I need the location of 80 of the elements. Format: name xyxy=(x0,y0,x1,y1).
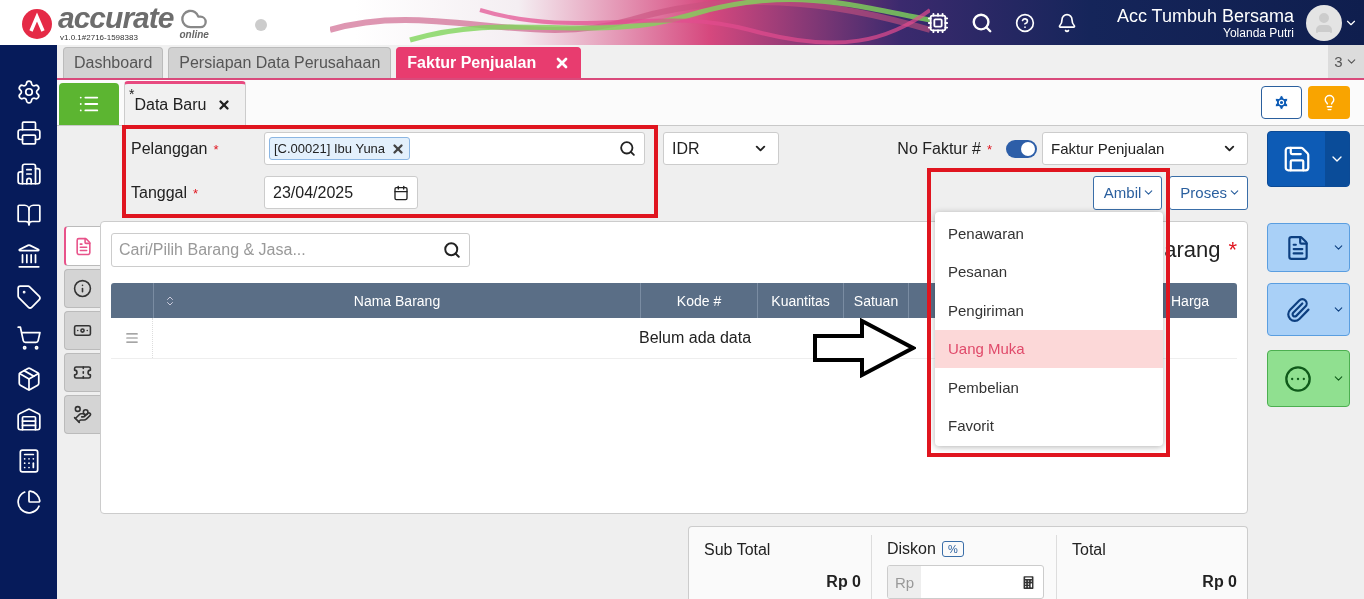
dropdown-button[interactable]: Proses xyxy=(1169,175,1248,210)
item-search-field[interactable]: Cari/Pilih Barang & Jasa... xyxy=(111,233,470,267)
menu-item[interactable]: Penawaran xyxy=(935,214,1163,253)
save-button[interactable] xyxy=(1267,131,1350,187)
remove-icon[interactable] xyxy=(391,141,406,156)
avatar[interactable] xyxy=(1306,4,1342,41)
customer-field[interactable]: [C.00021] Ibu Yuna xyxy=(264,132,645,165)
tab[interactable]: Dashboard xyxy=(63,47,164,78)
ticket-icon xyxy=(73,363,92,382)
version-text: v1.0.1#2716-1598383 xyxy=(60,33,139,42)
subtotal-label: Sub Total xyxy=(704,541,772,559)
date-field[interactable]: 23/04/2025 xyxy=(264,176,418,209)
price-tag-icon[interactable] xyxy=(15,284,42,310)
discount-label: Diskon xyxy=(887,540,936,558)
document-tab[interactable]: *Data Baru xyxy=(124,81,246,125)
settings-icon[interactable] xyxy=(15,79,42,105)
toggle-switch[interactable] xyxy=(1006,139,1037,158)
subtotal-value: Rp 0 xyxy=(826,573,861,591)
field-label: Tanggal * xyxy=(131,183,200,202)
percent-toggle[interactable]: % xyxy=(941,541,964,557)
total-value: Rp 0 xyxy=(1202,573,1237,591)
pie-chart-icon[interactable] xyxy=(15,489,42,515)
dot-icon xyxy=(254,19,267,31)
company-name: Acc Tumbuh Bersama xyxy=(1116,5,1294,26)
cart-icon[interactable] xyxy=(15,325,42,351)
logo-text: accurate xyxy=(58,3,174,33)
customer-chip: [C.00021] Ibu Yuna xyxy=(269,137,411,160)
user-name: Yolanda Putri xyxy=(1223,25,1294,40)
tab[interactable]: Persiapan Data Perusahaan xyxy=(168,47,392,78)
attachment-button[interactable] xyxy=(1267,283,1350,336)
field-label: No Faktur # * xyxy=(897,139,992,158)
bank-icon[interactable] xyxy=(15,243,42,269)
menu-item[interactable]: Pesanan xyxy=(935,252,1163,291)
side-tab[interactable] xyxy=(64,353,100,392)
column-header[interactable]: Kode # xyxy=(640,283,757,318)
drag-handle-icon[interactable] xyxy=(124,331,139,345)
document-button[interactable] xyxy=(1267,223,1350,272)
tab[interactable]: Faktur Penjualan xyxy=(396,47,582,78)
paperclip-icon xyxy=(1284,296,1311,323)
close-icon[interactable] xyxy=(216,97,231,112)
book-icon[interactable] xyxy=(15,202,42,228)
total-label: Total xyxy=(1072,541,1107,559)
empty-message: Belum ada data xyxy=(638,329,752,347)
settings-button[interactable] xyxy=(1261,86,1302,119)
tab-count-dropdown[interactable]: 3 xyxy=(1328,45,1364,78)
logo-icon xyxy=(22,9,52,39)
document-icon xyxy=(73,236,93,256)
bell-icon[interactable] xyxy=(1056,12,1077,33)
column-header[interactable]: Kuantitas xyxy=(757,283,843,318)
column-header[interactable]: Satuan xyxy=(843,283,908,318)
currency-select[interactable]: IDR xyxy=(663,132,779,165)
search-icon[interactable] xyxy=(970,11,993,34)
help-icon[interactable] xyxy=(1014,12,1035,33)
menu-item[interactable]: Pembelian xyxy=(935,368,1163,407)
printer-icon[interactable] xyxy=(15,120,42,146)
info-icon xyxy=(73,279,92,298)
menu-item[interactable]: Pengiriman xyxy=(935,291,1163,330)
field-label: Pelanggan * xyxy=(131,139,220,158)
more-button[interactable] xyxy=(1267,350,1350,407)
dropdown-button[interactable]: Ambil xyxy=(1092,175,1163,210)
package-icon[interactable] xyxy=(15,366,42,392)
side-tab[interactable] xyxy=(64,311,100,350)
hand-coins-icon xyxy=(73,405,92,424)
sort-icon[interactable] xyxy=(164,294,176,307)
side-tab[interactable] xyxy=(64,395,100,434)
list-button[interactable] xyxy=(59,83,119,125)
side-tab[interactable] xyxy=(64,269,100,308)
search-icon[interactable] xyxy=(443,241,461,259)
menu-item[interactable]: Favorit xyxy=(935,406,1163,445)
column-header[interactable]: Nama Barang xyxy=(153,283,640,318)
building-icon[interactable] xyxy=(15,161,42,187)
invoice-type-select[interactable]: Faktur Penjualan xyxy=(1042,132,1248,165)
logo-subtext: online xyxy=(179,29,209,40)
more-icon xyxy=(1283,364,1312,393)
calculator-icon[interactable] xyxy=(1020,573,1037,591)
settings-icon xyxy=(1273,94,1290,111)
ai-chip-icon[interactable] xyxy=(926,11,949,34)
search-icon[interactable] xyxy=(619,140,636,157)
warehouse-icon[interactable] xyxy=(15,407,42,433)
calendar-icon[interactable] xyxy=(393,184,409,201)
